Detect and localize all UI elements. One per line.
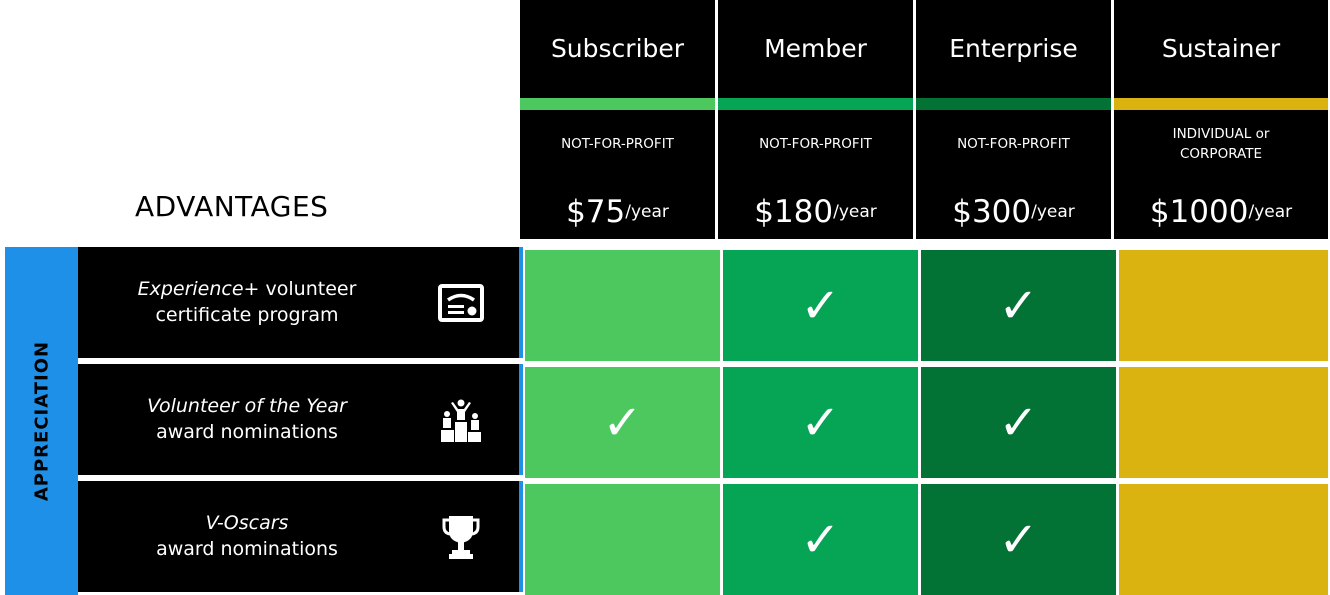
feature-line2: award nominations [156, 420, 338, 443]
row-divider [519, 364, 523, 475]
tier-header-sustainer: Sustainer INDIVIDUAL or CORPORATE $1000/… [1114, 0, 1328, 239]
tier-kind: INDIVIDUAL or CORPORATE [1172, 126, 1270, 162]
tier-name: Enterprise [949, 34, 1078, 63]
price-period: /year [1248, 202, 1293, 222]
feature-v-oscars: V-Oscars award nominations [78, 481, 520, 592]
tier-header-enterprise: Enterprise NOT-FOR-PROFIT $300/year [916, 0, 1111, 239]
row-divider [519, 481, 523, 592]
price-period: /year [625, 202, 669, 222]
tier-name: Sustainer [1161, 34, 1281, 63]
tier-name: Subscriber [550, 34, 685, 63]
cell-member-v-oscars: ✓ [723, 484, 918, 595]
feature-emphasis: V-Oscars [205, 511, 289, 534]
category-label: APPRECIATION [31, 340, 52, 502]
feature-line2: certificate program [155, 303, 339, 326]
certificate-icon [416, 247, 506, 358]
feature-label: Volunteer of the Year award nominations [92, 364, 402, 475]
tier-header-member: Member NOT-FOR-PROFIT $180/year [718, 0, 913, 239]
feature-label: V-Oscars award nominations [92, 481, 402, 592]
price-period: /year [1031, 202, 1075, 222]
tier-price: $300/year [916, 186, 1111, 238]
tier-kind: NOT-FOR-PROFIT [759, 136, 872, 153]
check-icon: ✓ [800, 511, 841, 568]
tier-color-bar [916, 98, 1111, 110]
row-divider [519, 247, 523, 358]
feature-volunteer-of-the-year: Volunteer of the Year award nominations [78, 364, 520, 475]
category-appreciation: APPRECIATION [5, 247, 78, 595]
cell-member-volunteer-of-year: ✓ [723, 367, 918, 478]
feature-line1-rest: volunteer [259, 277, 357, 300]
tier-color-bar [718, 98, 913, 110]
tier-header-subscriber: Subscriber NOT-FOR-PROFIT $75/year [520, 0, 715, 239]
cell-enterprise-v-oscars: ✓ [921, 484, 1116, 595]
check-icon: ✓ [800, 394, 841, 451]
check-icon: ✓ [998, 511, 1039, 568]
tier-color-bar [520, 98, 715, 110]
feature-line2: award nominations [156, 537, 338, 560]
feature-experience-plus: Experience+ volunteer certificate progra… [78, 247, 520, 358]
cell-sustainer-volunteer-of-year [1119, 367, 1328, 478]
cell-member-experience-plus: ✓ [723, 250, 918, 361]
trophy-icon [416, 481, 506, 592]
tier-kind: NOT-FOR-PROFIT [561, 136, 674, 153]
tier-price: $1000/year [1114, 186, 1328, 238]
check-icon: ✓ [998, 394, 1039, 451]
cell-sustainer-v-oscars [1119, 484, 1328, 595]
podium-icon [416, 364, 506, 475]
cell-enterprise-volunteer-of-year: ✓ [921, 367, 1116, 478]
cell-subscriber-volunteer-of-year: ✓ [525, 367, 720, 478]
cell-subscriber-experience-plus [525, 250, 720, 361]
tier-kind: NOT-FOR-PROFIT [957, 136, 1070, 153]
advantages-heading: ADVANTAGES [135, 190, 329, 223]
cell-sustainer-experience-plus [1119, 250, 1328, 361]
tier-name: Member [764, 34, 867, 63]
check-icon: ✓ [998, 277, 1039, 334]
check-icon: ✓ [602, 394, 643, 451]
feature-emphasis: Volunteer of the Year [147, 394, 347, 417]
price-amount: $180 [754, 194, 834, 230]
tier-price: $180/year [718, 186, 913, 238]
tier-color-bar [1114, 98, 1328, 110]
price-amount: $1000 [1149, 194, 1249, 230]
feature-emphasis: Experience+ [137, 277, 260, 300]
price-period: /year [833, 202, 877, 222]
feature-label: Experience+ volunteer certificate progra… [92, 247, 402, 358]
check-icon: ✓ [800, 277, 841, 334]
price-amount: $75 [566, 194, 626, 230]
cell-enterprise-experience-plus: ✓ [921, 250, 1116, 361]
price-amount: $300 [952, 194, 1032, 230]
cell-subscriber-v-oscars [525, 484, 720, 595]
tier-price: $75/year [520, 186, 715, 238]
